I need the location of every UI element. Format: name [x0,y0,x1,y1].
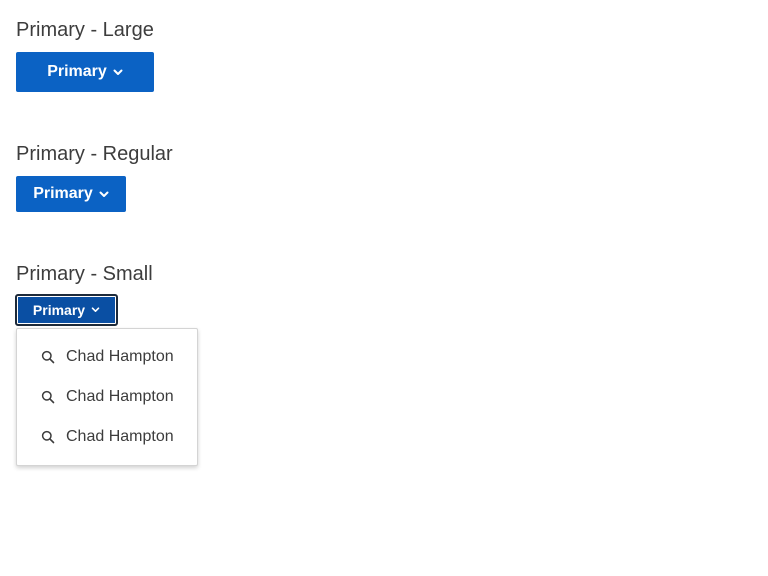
chevron-down-icon [113,69,123,76]
chevron-down-icon [99,191,109,198]
section-title-small: Primary - Small [16,263,153,285]
menu-item[interactable]: Chad Hampton [17,417,197,457]
menu-item-label: Chad Hampton [66,428,174,445]
search-icon [41,430,55,444]
menu-item-label: Chad Hampton [66,388,174,405]
button-label: Primary [32,302,86,318]
primary-regular-dropdown-button[interactable]: Primary [16,176,126,212]
page: Primary - Large Primary Primary - Regula… [0,0,768,576]
menu-item[interactable]: Chad Hampton [17,377,197,417]
section-title-large: Primary - Large [16,19,154,41]
dropdown-menu: Chad Hampton Chad Hampton Chad Hampton [16,328,198,466]
primary-small-dropdown-button[interactable]: Primary [15,294,118,326]
search-icon [41,390,55,404]
button-label: Primary [47,63,107,80]
menu-item[interactable]: Chad Hampton [17,337,197,377]
primary-large-dropdown-button[interactable]: Primary [16,52,154,92]
menu-item-label: Chad Hampton [66,348,174,365]
search-icon [41,350,55,364]
chevron-down-icon [91,307,100,313]
button-label: Primary [33,185,93,202]
section-title-regular: Primary - Regular [16,143,173,165]
